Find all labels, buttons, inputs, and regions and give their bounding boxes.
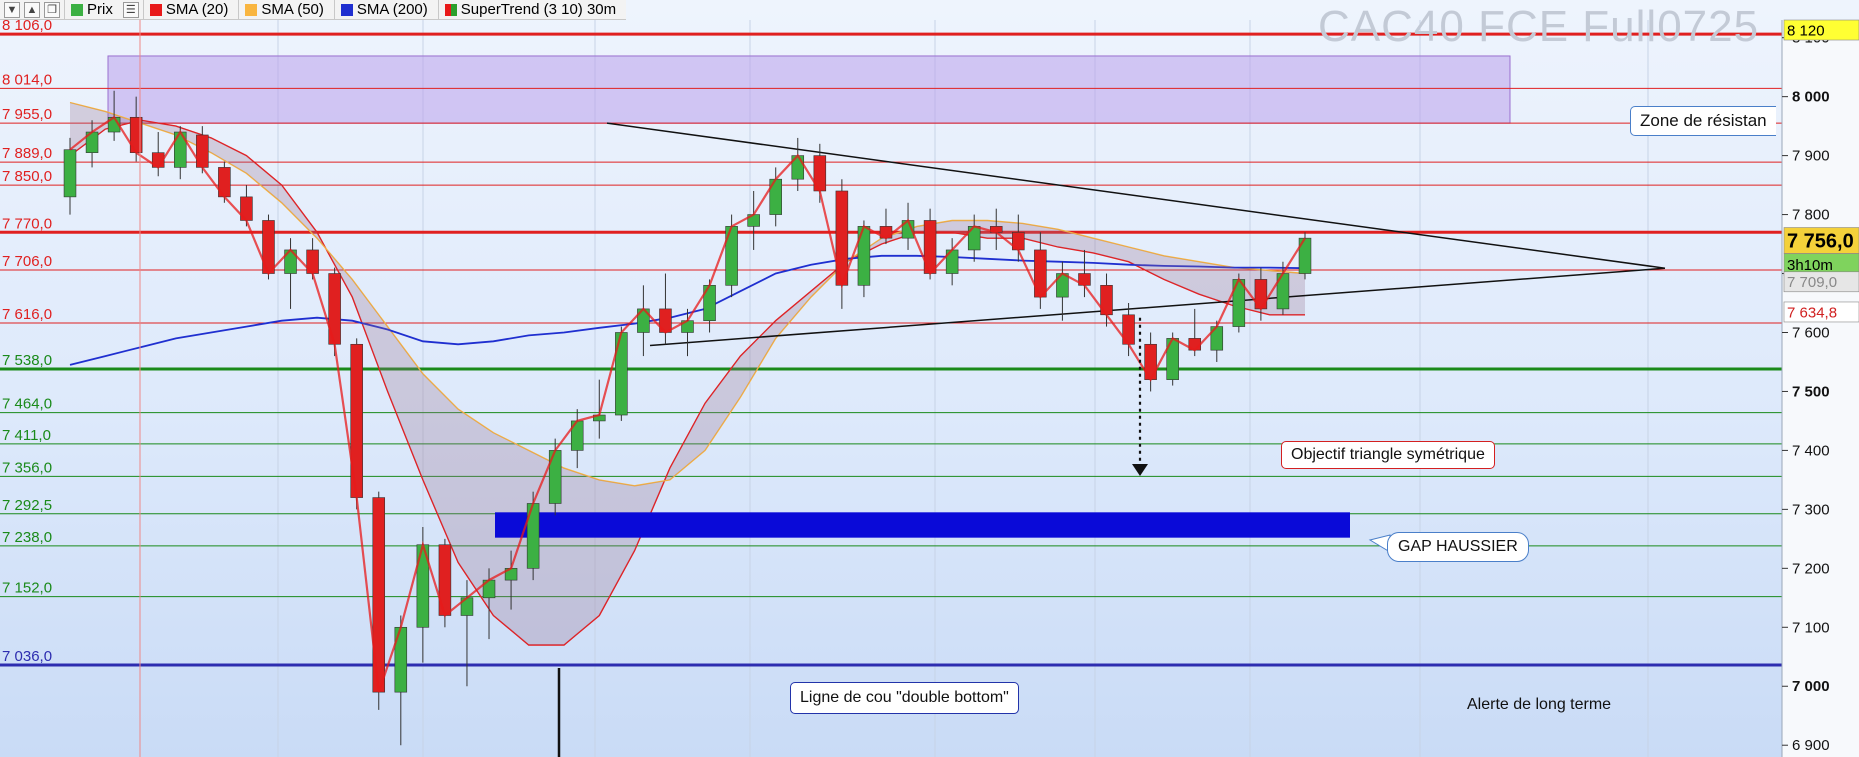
toolbar-item-sma200[interactable]: SMA (200) xyxy=(333,0,434,19)
level-label: 7 538,0 xyxy=(2,352,52,369)
sma200-swatch xyxy=(340,3,353,16)
up-arrow-icon[interactable]: ▲ xyxy=(24,1,40,18)
gap-zone xyxy=(495,512,1350,538)
gray-price-badge: 7 709,0 xyxy=(1787,274,1837,291)
level-label: 7 152,0 xyxy=(2,580,52,597)
annotation-zone-resistance[interactable]: Zone de résistan xyxy=(1630,106,1776,136)
down-arrow-icon[interactable]: ▼ xyxy=(4,1,20,18)
window-icon[interactable]: ❐ xyxy=(44,1,60,18)
list-icon[interactable]: ☰ xyxy=(122,1,139,18)
chart-toolbar: ▼ ▲ ❐ Prix ☰ SMA (20) SMA (50) SMA (200)… xyxy=(0,0,627,20)
price-tick-label: 7 900 xyxy=(1792,148,1830,165)
level-label: 7 616,0 xyxy=(2,306,52,323)
price-tick-label: 7 400 xyxy=(1792,442,1830,459)
price-chart[interactable]: 8 106,08 014,07 955,07 889,07 850,07 770… xyxy=(0,0,1859,757)
sma50-label: SMA (50) xyxy=(261,1,324,18)
level-label: 7 356,0 xyxy=(2,459,52,476)
level-label: 7 292,5 xyxy=(2,497,52,514)
sma-line-sma50 xyxy=(69,101,1306,487)
toolbar-item-supertrend[interactable]: SuperTrend (3 10) 30m xyxy=(437,0,622,19)
prix-swatch xyxy=(71,3,83,16)
top-price-badge: 8 120 xyxy=(1787,22,1825,39)
price-tick-label: 8 000 xyxy=(1792,89,1830,106)
annotation-objectif[interactable]: Objectif triangle symétrique xyxy=(1281,441,1495,469)
red-price-badge: 7 634,8 xyxy=(1787,304,1837,321)
chart-watermark: CAC40 FCE Full0725 xyxy=(1318,2,1760,51)
level-label: 7 850,0 xyxy=(2,168,52,185)
price-tick-label: 7 300 xyxy=(1792,501,1830,518)
supertrend-line xyxy=(69,115,1306,693)
toolbar-item-sma20[interactable]: SMA (20) xyxy=(142,0,235,19)
price-tick-label: 7 500 xyxy=(1792,383,1830,400)
price-tick-label: 7 800 xyxy=(1792,207,1830,224)
annotation-alerte[interactable]: Alerte de long terme xyxy=(1458,692,1620,718)
sma-line-sma20 xyxy=(69,119,1305,646)
supertrend-swatch xyxy=(444,3,457,16)
price-tick-label: 7 600 xyxy=(1792,324,1830,341)
level-label: 8 014,0 xyxy=(2,71,52,88)
level-label: 7 889,0 xyxy=(2,145,52,162)
annotation-ligne-cou[interactable]: Ligne de cou "double bottom" xyxy=(790,682,1019,714)
level-label: 7 955,0 xyxy=(2,106,52,123)
sma200-label: SMA (200) xyxy=(356,1,428,18)
annotation-gap-haussier[interactable]: GAP HAUSSIER xyxy=(1387,532,1529,562)
level-label: 7 238,0 xyxy=(2,529,52,546)
sma20-label: SMA (20) xyxy=(165,1,229,18)
price-tick-label: 6 900 xyxy=(1792,737,1830,754)
ma-cloud xyxy=(70,102,1305,645)
toolbar-item-prix[interactable]: Prix xyxy=(64,0,119,19)
level-label: 7 411,0 xyxy=(2,427,51,444)
price-tick-label: 7 000 xyxy=(1792,678,1830,695)
level-label: 7 770,0 xyxy=(2,215,52,232)
current-price-badge: 7 756,0 xyxy=(1787,231,1854,253)
prix-label: Prix xyxy=(87,1,113,18)
price-tick-label: 7 200 xyxy=(1792,560,1830,577)
level-label: 7 706,0 xyxy=(2,253,52,270)
toolbar-item-sma50[interactable]: SMA (50) xyxy=(238,0,330,19)
sma20-swatch xyxy=(149,3,162,16)
sma50-swatch xyxy=(245,3,258,16)
chart-stage: 8 106,0 8 014,0 7 955,0 7 889,0 7 850,0 7 770… xyxy=(0,0,1859,757)
target-arrow-head xyxy=(1132,463,1148,476)
supertrend-label: SuperTrend (3 10) 30m xyxy=(460,1,617,18)
level-label: 7 036,0 xyxy=(2,648,52,665)
price-tick-label: 7 100 xyxy=(1792,619,1830,636)
level-label: 7 464,0 xyxy=(2,396,52,413)
resistance-zone xyxy=(107,55,1511,124)
candle xyxy=(63,149,77,198)
